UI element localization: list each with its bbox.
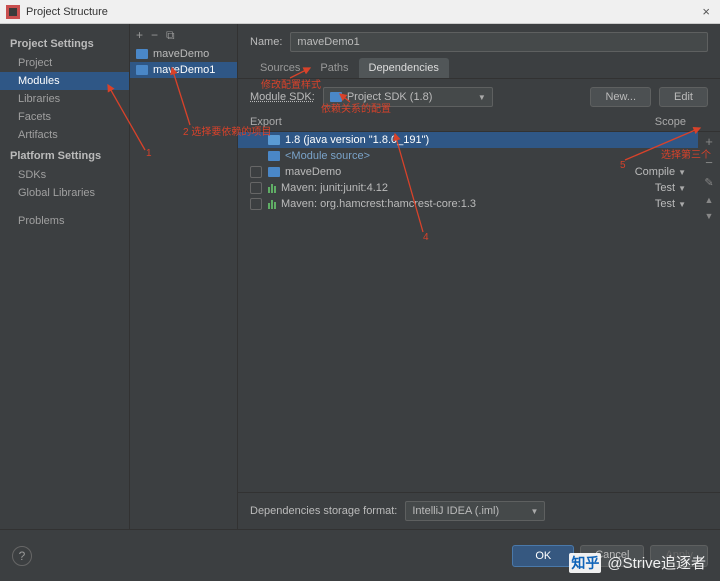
dep-row[interactable]: 1.8 (java version "1.8.0_191") bbox=[238, 132, 698, 148]
dep-down-icon[interactable]: ▼ bbox=[705, 211, 714, 221]
apply-button[interactable]: Apply bbox=[650, 545, 708, 567]
module-add-icon[interactable]: + bbox=[136, 28, 143, 42]
module-item[interactable]: maveDemo1 bbox=[130, 62, 237, 78]
dep-checkbox[interactable] bbox=[250, 198, 262, 210]
ok-button[interactable]: OK bbox=[512, 545, 574, 567]
storage-value: IntelliJ IDEA (.iml) bbox=[412, 505, 499, 517]
sidebar-item-modules[interactable]: Modules bbox=[0, 72, 129, 90]
storage-combo[interactable]: IntelliJ IDEA (.iml) ▼ bbox=[405, 501, 545, 521]
deps-table: 1.8 (java version "1.8.0_191") <Module s… bbox=[238, 132, 720, 492]
module-item[interactable]: maveDemo bbox=[130, 46, 237, 62]
module-name-input[interactable] bbox=[290, 32, 708, 52]
maven-icon bbox=[268, 184, 276, 193]
col-export: Export bbox=[250, 116, 655, 128]
tab-sources[interactable]: Sources bbox=[250, 58, 310, 78]
sidebar-item-sdks[interactable]: SDKs bbox=[0, 166, 129, 184]
module-label: maveDemo1 bbox=[153, 64, 215, 76]
sidebar-heading-project: Project Settings bbox=[0, 32, 129, 54]
dep-checkbox[interactable] bbox=[250, 182, 262, 194]
window-title: Project Structure bbox=[26, 6, 698, 18]
dep-row[interactable]: <Module source> bbox=[238, 148, 698, 164]
edit-sdk-button[interactable]: Edit bbox=[659, 87, 708, 107]
sdk-value: Project SDK (1.8) bbox=[347, 91, 433, 103]
chevron-down-icon: ▼ bbox=[530, 507, 538, 516]
source-icon bbox=[268, 151, 280, 161]
module-icon bbox=[268, 167, 280, 177]
dep-up-icon[interactable]: ▲ bbox=[705, 195, 714, 205]
folder-icon bbox=[136, 49, 148, 59]
dep-row[interactable]: maveDemo Compile▼ bbox=[238, 164, 698, 180]
storage-label: Dependencies storage format: bbox=[250, 505, 397, 517]
sidebar: Project Settings Project Modules Librari… bbox=[0, 24, 130, 529]
cancel-button[interactable]: Cancel bbox=[580, 545, 644, 567]
help-button[interactable]: ? bbox=[12, 546, 32, 566]
module-label: maveDemo bbox=[153, 48, 209, 60]
sidebar-item-facets[interactable]: Facets bbox=[0, 108, 129, 126]
dep-row[interactable]: Maven: org.hamcrest:hamcrest-core:1.3 Te… bbox=[238, 196, 698, 212]
dep-remove-icon[interactable]: − bbox=[705, 155, 713, 170]
module-copy-icon[interactable]: ⧉ bbox=[166, 28, 175, 43]
tab-dependencies[interactable]: Dependencies bbox=[359, 58, 449, 78]
chevron-down-icon: ▼ bbox=[478, 93, 486, 102]
dep-row[interactable]: Maven: junit:junit:4.12 Test▼ bbox=[238, 180, 698, 196]
folder-icon bbox=[330, 92, 342, 102]
scope-combo[interactable]: Test▼ bbox=[634, 182, 690, 194]
dep-add-icon[interactable]: + bbox=[705, 134, 713, 149]
main-panel: Name: Sources Paths Dependencies Module … bbox=[238, 24, 720, 529]
sidebar-item-problems[interactable]: Problems bbox=[0, 212, 129, 230]
module-sdk-label: Module SDK: bbox=[250, 91, 315, 103]
sidebar-item-global-libraries[interactable]: Global Libraries bbox=[0, 184, 129, 202]
sidebar-item-artifacts[interactable]: Artifacts bbox=[0, 126, 129, 144]
close-icon[interactable]: × bbox=[698, 4, 714, 19]
jdk-icon bbox=[268, 135, 280, 145]
sidebar-item-libraries[interactable]: Libraries bbox=[0, 90, 129, 108]
dep-edit-icon[interactable]: ✎ bbox=[704, 176, 713, 189]
sidebar-heading-platform: Platform Settings bbox=[0, 144, 129, 166]
scope-combo[interactable]: Compile▼ bbox=[634, 166, 690, 178]
module-list-panel: + − ⧉ maveDemo maveDemo1 bbox=[130, 24, 238, 529]
name-label: Name: bbox=[250, 36, 282, 48]
new-sdk-button[interactable]: New... bbox=[590, 87, 651, 107]
module-remove-icon[interactable]: − bbox=[151, 28, 158, 42]
maven-icon bbox=[268, 200, 276, 209]
folder-icon bbox=[136, 65, 148, 75]
tab-paths[interactable]: Paths bbox=[310, 58, 358, 78]
col-scope: Scope bbox=[655, 116, 708, 128]
dep-checkbox[interactable] bbox=[250, 166, 262, 178]
app-icon bbox=[6, 5, 20, 19]
scope-combo[interactable]: Test▼ bbox=[634, 198, 690, 210]
module-sdk-combo[interactable]: Project SDK (1.8) ▼ bbox=[323, 87, 493, 107]
sidebar-item-project[interactable]: Project bbox=[0, 54, 129, 72]
